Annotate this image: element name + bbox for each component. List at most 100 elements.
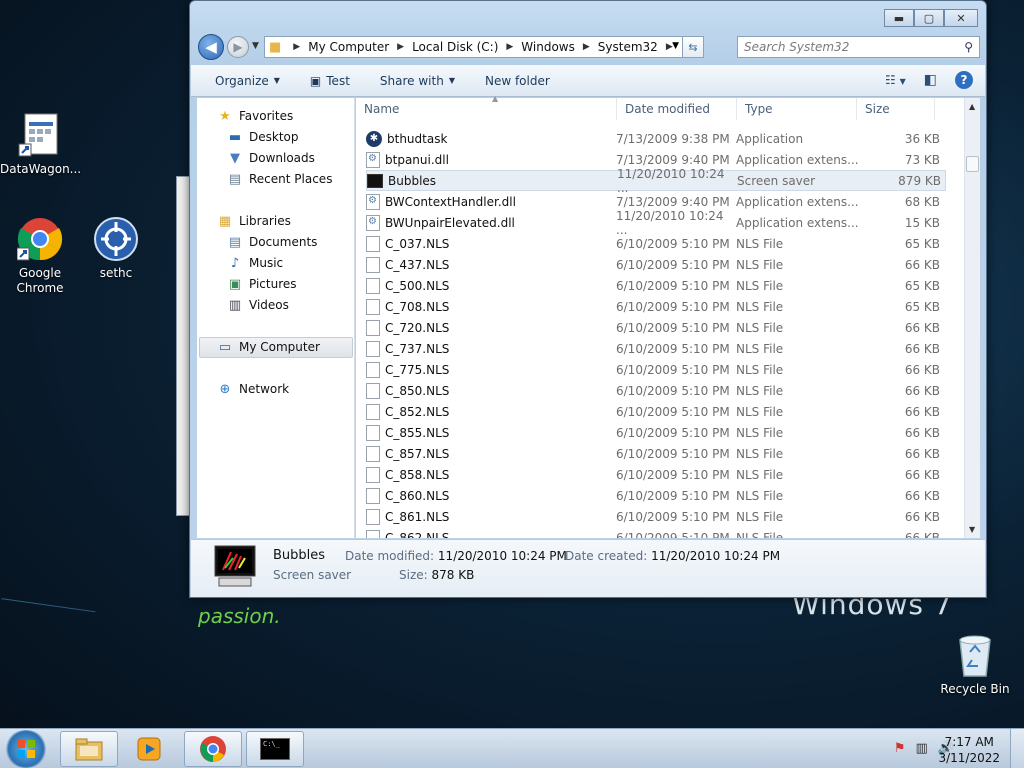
nav-label: Pictures [249, 277, 297, 291]
network-tray-icon[interactable]: ▥ [916, 741, 928, 756]
system-clock[interactable]: 7:17 AM 3/11/2022 [938, 734, 1000, 766]
scroll-down-icon[interactable]: ▼ [969, 525, 975, 534]
file-row[interactable]: C_437.NLS 6/10/2009 5:10 PM NLS File 66 KB [366, 254, 946, 275]
file-row[interactable]: C_037.NLS 6/10/2009 5:10 PM NLS File 65 KB [366, 233, 946, 254]
desktop-icon-recycle-bin[interactable]: Recycle Bin [935, 632, 1015, 697]
chevron-right-icon[interactable]: ▶ [583, 42, 590, 52]
wallpaper-text-passion: passion. [198, 604, 281, 628]
nav-downloads[interactable]: ▼ Downloads [227, 148, 315, 168]
file-size: 73 KB [904, 152, 940, 167]
desktop-icon-datawagon[interactable]: DataWagon... [0, 112, 81, 177]
search-input[interactable]: Search System32 ⚲ [737, 36, 980, 58]
address-bar[interactable]: ■ ▶ My Computer ▶ Local Disk (C:) ▶ Wind… [264, 36, 704, 58]
breadcrumb-system32[interactable]: System32 [598, 40, 658, 54]
nav-pictures[interactable]: ▣ Pictures [227, 274, 297, 294]
breadcrumb-local-disk[interactable]: Local Disk (C:) [412, 40, 498, 54]
vertical-scrollbar[interactable]: ▲ ▼ [964, 98, 980, 538]
details-label: Date created: [565, 549, 648, 563]
file-name-cell: C_500.NLS [366, 277, 616, 294]
desktop-icon-chrome[interactable]: Google Chrome [0, 216, 80, 296]
file-row[interactable]: C_858.NLS 6/10/2009 5:10 PM NLS File 66 KB [366, 464, 946, 485]
new-folder-button[interactable]: New folder [485, 74, 550, 88]
file-row[interactable]: BWUnpairElevated.dll11/20/2010 10:24 ...… [366, 209, 946, 237]
breadcrumb-windows[interactable]: Windows [521, 40, 575, 54]
nav-videos[interactable]: ▥ Videos [227, 295, 289, 315]
desktop-icon-label: Recycle Bin [940, 682, 1010, 696]
start-button[interactable] [4, 730, 48, 768]
details-file-name: Bubbles [273, 548, 326, 563]
file-name: C_737.NLS [385, 341, 450, 356]
recent-pages-dropdown[interactable]: ▼ [252, 41, 259, 51]
refresh-icon: ⇆ [688, 40, 698, 54]
file-name-cell: C_862.NLS [366, 529, 616, 538]
nav-desktop[interactable]: ▬ Desktop [227, 127, 299, 147]
chevron-right-icon[interactable]: ▶ [397, 42, 404, 52]
file-row[interactable]: C_500.NLS 6/10/2009 5:10 PM NLS File 65 KB [366, 275, 946, 296]
nav-music[interactable]: ♪ Music [227, 253, 283, 273]
document-icon [366, 340, 380, 357]
action-center-flag-icon[interactable]: ⚑ [894, 741, 906, 756]
desktop-icon-sethc[interactable]: sethc [76, 216, 156, 281]
column-header-date-modified[interactable]: Date modified [617, 98, 737, 120]
file-type: NLS File [736, 320, 784, 335]
file-date-modified: 6/10/2009 5:10 PM [616, 257, 730, 272]
taskbar-chrome[interactable] [184, 731, 242, 767]
column-header-size[interactable]: Size [857, 98, 935, 120]
scroll-up-icon[interactable]: ▲ [969, 102, 975, 111]
file-row[interactable]: C_720.NLS 6/10/2009 5:10 PM NLS File 66 KB [366, 317, 946, 338]
file-name-cell: C_857.NLS [366, 445, 616, 462]
file-row[interactable]: C_862.NLS 6/10/2009 5:10 PM NLS File 66 KB [366, 527, 946, 538]
file-name-cell: C_861.NLS [366, 508, 616, 525]
file-row[interactable]: Bubbles 11/20/2010 10:24 ... Screen saver 8… [366, 167, 946, 195]
preview-pane-button[interactable]: ◧ [924, 72, 937, 88]
taskbar-explorer[interactable] [60, 731, 118, 767]
file-type: NLS File [736, 362, 784, 377]
refresh-button[interactable]: ⇆ [682, 36, 704, 58]
column-header-name[interactable]: Name [356, 98, 617, 120]
search-icon[interactable]: ⚲ [964, 40, 973, 54]
organize-button[interactable]: Organize ▼ [215, 74, 280, 88]
file-type: Application extens... [736, 194, 859, 209]
nav-favorites[interactable]: ★ Favorites [217, 106, 293, 126]
details-size: Size: 878 KB [399, 568, 474, 582]
test-button[interactable]: ▣ Test [310, 74, 350, 88]
minimize-button[interactable]: ▬ [884, 9, 914, 27]
share-with-button[interactable]: Share with ▼ [380, 74, 455, 88]
videos-icon: ▥ [228, 297, 242, 313]
nav-my-computer[interactable]: ▭ My Computer [217, 337, 320, 357]
show-desktop-button[interactable] [1010, 729, 1024, 768]
file-name: C_857.NLS [385, 446, 450, 461]
taskbar-command-prompt[interactable]: C:\_ [246, 731, 304, 767]
file-row[interactable]: C_850.NLS 6/10/2009 5:10 PM NLS File 66 KB [366, 380, 946, 401]
file-date-modified: 6/10/2009 5:10 PM [616, 383, 730, 398]
column-header-type[interactable]: Type [737, 98, 857, 120]
file-size: 66 KB [904, 341, 940, 356]
file-name-cell: ✱ bthudtask [366, 130, 616, 147]
scroll-thumb[interactable] [966, 156, 979, 172]
nav-recent-places[interactable]: ▤ Recent Places [227, 169, 333, 189]
file-row[interactable]: C_852.NLS 6/10/2009 5:10 PM NLS File 66 KB [366, 401, 946, 422]
maximize-button[interactable]: ▢ [914, 9, 944, 27]
help-icon[interactable]: ? [955, 71, 973, 89]
file-row[interactable]: C_855.NLS 6/10/2009 5:10 PM NLS File 66 KB [366, 422, 946, 443]
file-row[interactable]: C_737.NLS 6/10/2009 5:10 PM NLS File 66 KB [366, 338, 946, 359]
nav-libraries[interactable]: ▦ Libraries [217, 211, 291, 231]
file-row[interactable]: C_708.NLS 6/10/2009 5:10 PM NLS File 65 KB [366, 296, 946, 317]
file-row[interactable]: C_857.NLS 6/10/2009 5:10 PM NLS File 66 KB [366, 443, 946, 464]
address-dropdown-icon[interactable]: ▼ [672, 41, 679, 51]
file-row[interactable]: C_861.NLS 6/10/2009 5:10 PM NLS File 66 KB [366, 506, 946, 527]
file-row[interactable]: ✱ bthudtask 7/13/2009 9:38 PM Application 36… [366, 128, 946, 149]
change-view-button[interactable]: ☷ ▼ [885, 73, 906, 87]
nav-network[interactable]: ⊕ Network [217, 379, 290, 399]
file-row[interactable]: C_860.NLS 6/10/2009 5:10 PM NLS File 66 KB [366, 485, 946, 506]
document-icon [366, 529, 380, 538]
breadcrumb-my-computer[interactable]: My Computer [308, 40, 389, 54]
forward-button[interactable]: ▶ [227, 36, 249, 58]
taskbar-media-player[interactable] [120, 731, 178, 767]
nav-documents[interactable]: ▤ Documents [227, 232, 318, 252]
file-row[interactable]: C_775.NLS 6/10/2009 5:10 PM NLS File 66 KB [366, 359, 946, 380]
back-button[interactable]: ◀ [198, 34, 224, 60]
chevron-right-icon[interactable]: ▶ [506, 42, 513, 52]
file-date-modified: 7/13/2009 9:38 PM [616, 131, 730, 146]
close-button[interactable]: ✕ [944, 9, 978, 27]
